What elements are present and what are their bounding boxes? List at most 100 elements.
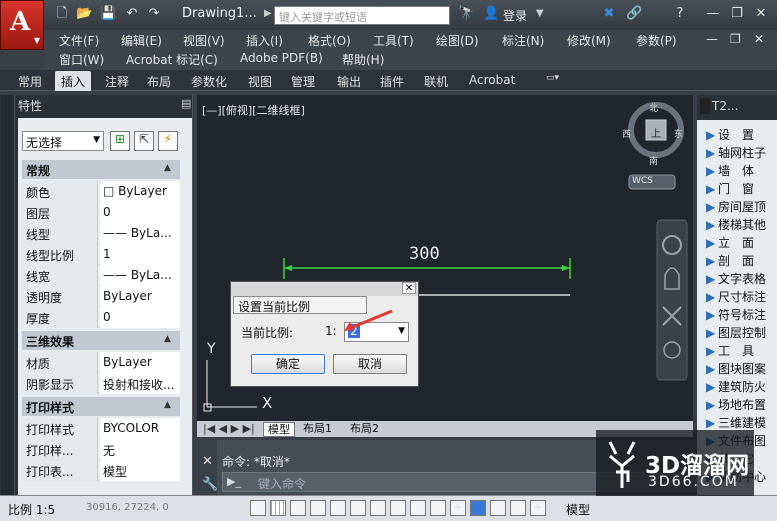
3dosnap-icon[interactable]: [350, 500, 366, 516]
menu-file[interactable]: 文件(F): [59, 32, 99, 49]
property-value[interactable]: —— ByLa...: [100, 265, 180, 286]
viewcube-top[interactable]: 上: [651, 125, 661, 140]
property-row[interactable]: 阴影显示 投射和接收...: [22, 373, 180, 394]
save-icon[interactable]: 💾: [100, 6, 116, 22]
model-space-button[interactable]: 模型: [566, 501, 590, 518]
new-file-icon[interactable]: 🗋: [54, 6, 70, 22]
osnap-icon[interactable]: [330, 500, 346, 516]
ortho-icon[interactable]: [290, 500, 306, 516]
toggle-pickadd-icon[interactable]: ⊞: [110, 131, 130, 151]
app-menu-button[interactable]: A ▼: [0, 0, 44, 50]
tangent-menu-item[interactable]: ▶ 尺寸标注: [706, 288, 777, 308]
redo-icon[interactable]: ↷: [146, 6, 162, 22]
menu-modify[interactable]: 修改(M): [567, 32, 611, 49]
tangent-menu-item[interactable]: ▶ 工 具: [706, 342, 777, 362]
menu-draw[interactable]: 绘图(D): [436, 32, 479, 49]
property-value[interactable]: 无: [100, 439, 180, 460]
tab-home[interactable]: 常用: [18, 73, 42, 90]
collapse-icon[interactable]: ▲: [164, 334, 171, 344]
dialog-top-bar[interactable]: [231, 282, 418, 296]
scale-status[interactable]: 比例 1:5: [8, 501, 55, 518]
doc-restore-icon[interactable]: ❐: [730, 32, 741, 46]
section-header[interactable]: 打印样式: [22, 397, 180, 416]
expand-right-icon[interactable]: ▶: [264, 8, 272, 19]
lineweight-icon[interactable]: [430, 500, 446, 516]
tangent-menu-item[interactable]: ▶ 图块图案: [706, 360, 777, 380]
wcs-label[interactable]: WCS: [632, 176, 653, 186]
panel-grip[interactable]: [700, 98, 710, 114]
tab-insert[interactable]: 插入: [55, 71, 92, 91]
polar-icon[interactable]: [310, 500, 326, 516]
selection-cycling-icon[interactable]: [470, 500, 486, 516]
property-row[interactable]: 颜色 □ ByLayer: [22, 181, 180, 202]
menu-help[interactable]: 帮助(H): [342, 51, 384, 68]
menu-view[interactable]: 视图(V): [183, 32, 225, 49]
property-value[interactable]: ByLayer: [100, 286, 180, 307]
open-folder-icon[interactable]: 📂: [76, 6, 92, 22]
property-value[interactable]: 0: [100, 202, 180, 223]
viewcube-east[interactable]: 东: [674, 127, 683, 140]
menu-tools[interactable]: 工具(T): [373, 32, 414, 49]
qp-icon[interactable]: [490, 500, 506, 516]
tab-annotate[interactable]: 注释: [105, 73, 129, 90]
viewcube-west[interactable]: 西: [622, 127, 631, 140]
layout-nav-arrows-icon[interactable]: |◀ ◀ ▶ ▶|: [199, 422, 259, 437]
search-input[interactable]: 键入关键字或短语: [274, 6, 450, 25]
wrench-icon[interactable]: 🔧: [202, 477, 218, 492]
tangent-menu-item[interactable]: ▶ 设 置: [706, 126, 777, 146]
tangent-menu-item[interactable]: ▶ 符号标注: [706, 306, 777, 326]
tangent-menu-item[interactable]: ▶ 场地布置: [706, 396, 777, 416]
menu-acrobat[interactable]: Acrobat 标记(C): [126, 51, 218, 68]
property-value[interactable]: BYCOLOR: [100, 418, 180, 439]
command-close-icon[interactable]: ✕: [202, 454, 213, 469]
plus-icon[interactable]: +: [450, 500, 466, 516]
dyn-icon[interactable]: [410, 500, 426, 516]
viewcube-south[interactable]: 南: [649, 154, 658, 167]
doc-close-icon[interactable]: ✕: [754, 32, 764, 46]
tab-layout1[interactable]: 布局1: [299, 422, 336, 437]
otrack-icon[interactable]: [370, 500, 386, 516]
tab-manage[interactable]: 管理: [291, 73, 315, 90]
panel-menu-icon[interactable]: ▤: [181, 97, 191, 110]
property-row[interactable]: 线型比例 1: [22, 244, 180, 265]
section-header[interactable]: 三维效果: [22, 331, 180, 350]
menu-window[interactable]: 窗口(W): [59, 51, 104, 68]
property-value[interactable]: 模型: [100, 460, 180, 481]
ok-button[interactable]: 确定: [251, 354, 325, 374]
menu-dimension[interactable]: 标注(N): [502, 32, 544, 49]
minimize-icon[interactable]: —: [705, 6, 721, 22]
panel-grip[interactable]: [1, 95, 15, 495]
tab-parametric[interactable]: 参数化: [191, 73, 227, 90]
navigation-bar[interactable]: [656, 219, 688, 381]
menu-insert[interactable]: 插入(I): [246, 32, 283, 49]
annotation-monitor-icon[interactable]: [510, 500, 526, 516]
cancel-button[interactable]: 取消: [333, 354, 407, 374]
tangent-menu-item[interactable]: ▶ 楼梯其他: [706, 216, 777, 236]
menu-adobe-pdf[interactable]: Adobe PDF(B): [240, 51, 323, 65]
restore-icon[interactable]: ❐: [729, 6, 745, 22]
property-value[interactable]: ByLayer: [100, 352, 180, 373]
property-row[interactable]: 材质 ByLayer: [22, 352, 180, 373]
tab-layout2[interactable]: 布局2: [346, 422, 383, 437]
property-row[interactable]: 线型 —— ByLa...: [22, 223, 180, 244]
menu-edit[interactable]: 编辑(E): [121, 32, 162, 49]
property-row[interactable]: 打印样式 BYCOLOR: [22, 418, 180, 439]
tangent-menu-item[interactable]: ▶ 轴网柱子: [706, 144, 777, 164]
ribbon-options-icon[interactable]: ▭▾: [546, 73, 559, 83]
login-dropdown-icon[interactable]: ▼: [536, 8, 544, 19]
tangent-menu-item[interactable]: ▶ 门 窗: [706, 180, 777, 200]
property-value[interactable]: 0: [100, 307, 180, 328]
property-row[interactable]: 打印表... 模型: [22, 460, 180, 481]
tangent-menu-item[interactable]: ▶ 剖 面: [706, 252, 777, 272]
collapse-icon[interactable]: ▲: [164, 163, 171, 173]
tangent-menu-item[interactable]: ▶ 房间屋顶: [706, 198, 777, 218]
tangent-menu-item[interactable]: ▶ 立 面: [706, 234, 777, 254]
tab-view[interactable]: 视图: [248, 73, 272, 90]
property-row[interactable]: 透明度 ByLayer: [22, 286, 180, 307]
tab-plugins[interactable]: 插件: [380, 73, 404, 90]
dialog-close-icon[interactable]: ✕: [402, 282, 416, 294]
tab-acrobat[interactable]: Acrobat: [469, 73, 515, 87]
collapse-icon[interactable]: ▲: [164, 400, 171, 410]
tab-layout[interactable]: 布局: [147, 73, 171, 90]
tab-model[interactable]: 模型: [263, 422, 295, 437]
